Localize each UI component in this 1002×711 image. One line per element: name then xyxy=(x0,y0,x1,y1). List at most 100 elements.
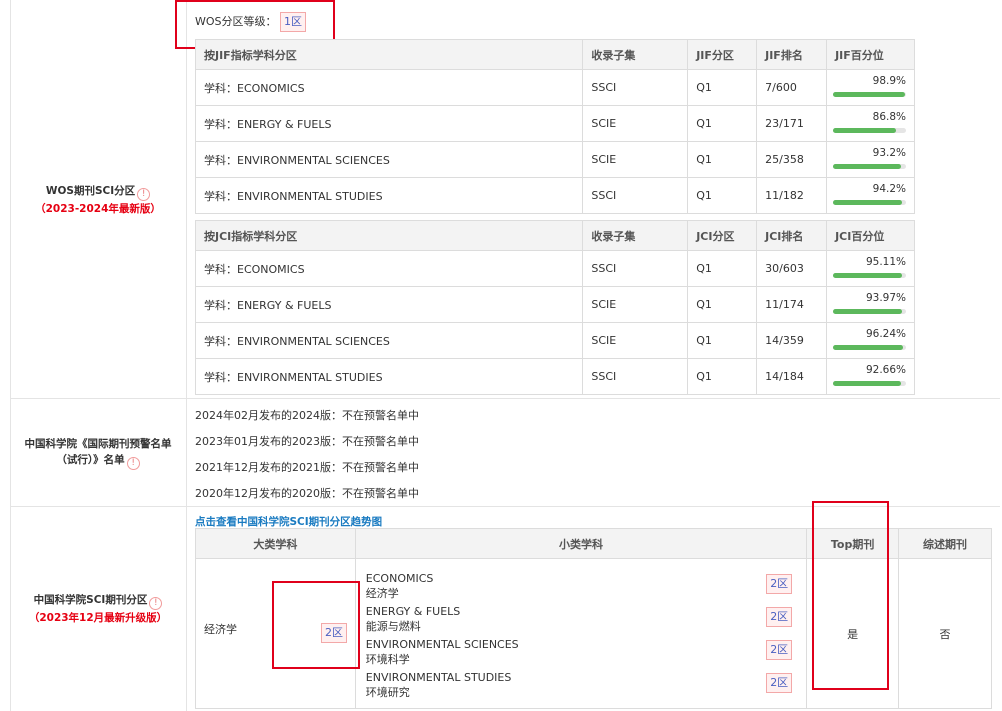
cas-label: 中国科学院SCI期刊分区! （2023年12月最新升级版） xyxy=(10,507,187,711)
jci-percentile: 93.97% xyxy=(826,286,915,323)
jci-header: 按JCI指标学科分区 xyxy=(194,220,584,251)
cas-minor-zh: 经济学 xyxy=(365,586,399,600)
progress-fill xyxy=(833,164,902,169)
jif-header: 收录子集 xyxy=(582,39,689,70)
cas-minor-zone: 2区 xyxy=(766,606,793,627)
jci-percentile: 92.66% xyxy=(826,358,915,395)
progress-bar xyxy=(833,200,906,205)
progress-bar xyxy=(833,92,906,97)
jci-percentile: 95.11% xyxy=(826,250,915,287)
jif-subject: 学科：ENERGY & FUELS xyxy=(194,105,584,142)
jci-header: JCI分区 xyxy=(687,220,758,251)
cas-major: 经济学 xyxy=(204,623,237,636)
warning-line: 2021年12月发布的2021版：不在预警名单中 xyxy=(195,461,419,474)
cas-minor-en: ENVIRONMENTAL SCIENCES xyxy=(365,637,519,651)
cas-review: 否 xyxy=(898,558,992,709)
cas-minor-item: ENVIRONMENTAL SCIENCES 环境科学 2区 xyxy=(356,634,806,667)
highlight-box xyxy=(812,501,889,690)
jif-rank: 25/358 xyxy=(756,141,828,178)
warning-line: 2024年02月发布的2024版：不在预警名单中 xyxy=(195,409,419,422)
cas-minor-en: ECONOMICS xyxy=(365,571,434,585)
jif-q: Q1 xyxy=(687,177,758,214)
jif-percentile: 93.2% xyxy=(826,141,915,178)
progress-fill xyxy=(833,200,902,205)
jif-header-row: 按JIF指标学科分区 收录子集 JIF分区 JIF排名 JIF百分位 xyxy=(194,39,915,70)
jci-set: SSCI xyxy=(582,358,689,395)
jif-set: SCIE xyxy=(582,105,689,142)
cas-trend-link[interactable]: 点击查看中国科学院SCI期刊分区趋势图 xyxy=(195,514,382,529)
jif-subject: 学科：ENVIRONMENTAL SCIENCES xyxy=(194,141,584,178)
jif-row: 学科：ECONOMICS SSCI Q1 7/600 98.9% xyxy=(194,69,915,106)
cas-minor-zh: 环境科学 xyxy=(365,652,410,666)
jif-rank: 23/171 xyxy=(756,105,828,142)
jci-set: SCIE xyxy=(582,286,689,323)
cas-label-text: 中国科学院SCI期刊分区 xyxy=(33,594,148,606)
jif-set: SSCI xyxy=(582,177,689,214)
cas-minor-item: ENERGY & FUELS 能源与燃料 2区 xyxy=(356,601,806,634)
jif-header: JIF排名 xyxy=(756,39,828,70)
jif-set: SSCI xyxy=(582,69,689,106)
info-icon[interactable]: ! xyxy=(126,457,140,470)
jci-percentile-value: 92.66% xyxy=(865,364,906,376)
cas-minor-zh: 能源与燃料 xyxy=(365,619,421,633)
jif-percentile-value: 94.2% xyxy=(872,183,906,195)
warning-label: 中国科学院《国际期刊预警名单（试行）》名单! xyxy=(10,399,187,507)
cas-minor-item: ECONOMICS 经济学 2区 xyxy=(356,568,806,601)
jif-table: 按JIF指标学科分区 收录子集 JIF分区 JIF排名 JIF百分位 学科：EC… xyxy=(194,39,915,214)
wos-label: WOS期刊SCI分区! （2023-2024年最新版） xyxy=(10,0,187,399)
jci-header: JCI排名 xyxy=(756,220,828,251)
jci-q: Q1 xyxy=(687,250,758,287)
jci-percentile: 96.24% xyxy=(826,322,915,359)
cas-minor-en: ENERGY & FUELS xyxy=(365,604,461,618)
jci-subject: 学科：ECONOMICS xyxy=(194,250,584,287)
jci-row: 学科：ENVIRONMENTAL STUDIES SSCI Q1 14/184 92.6… xyxy=(194,358,915,395)
cas-minor-item: ENVIRONMENTAL STUDIES 环境研究 2区 xyxy=(356,667,806,700)
jci-subject: 学科：ENVIRONMENTAL SCIENCES xyxy=(194,322,584,359)
wos-label-sub: （2023-2024年最新版） xyxy=(35,202,161,215)
info-icon[interactable]: ! xyxy=(137,187,151,201)
jif-q: Q1 xyxy=(687,105,758,142)
cas-minor-zone: 2区 xyxy=(766,639,793,660)
highlight-box xyxy=(272,581,360,669)
warning-label-text: 中国科学院《国际期刊预警名单（试行）》名单 xyxy=(24,438,172,466)
jif-header: 按JIF指标学科分区 xyxy=(194,39,584,70)
jif-percentile-value: 86.8% xyxy=(872,111,906,123)
jif-row: 学科：ENERGY & FUELS SCIE Q1 23/171 86.8% xyxy=(194,105,915,142)
jif-percentile: 86.8% xyxy=(826,105,915,142)
jif-q: Q1 xyxy=(687,69,758,106)
jci-percentile-value: 93.97% xyxy=(865,292,906,304)
jci-set: SCIE xyxy=(582,322,689,359)
cas-header: 小类学科 xyxy=(354,528,808,559)
info-icon[interactable]: ! xyxy=(149,597,163,610)
progress-bar xyxy=(833,381,906,386)
jif-rank: 7/600 xyxy=(756,69,828,106)
cas-minor-zone: 2区 xyxy=(766,672,793,693)
cas-minor-cell: ECONOMICS 经济学 2区 ENERGY & FUELS 能源与燃料 2区 ENV… xyxy=(354,558,808,709)
jci-subject: 学科：ENERGY & FUELS xyxy=(194,286,584,323)
jci-row: 学科：ENVIRONMENTAL SCIENCES SCIE Q1 14/359 96.… xyxy=(194,322,915,359)
cas-header: 综述期刊 xyxy=(898,528,992,559)
jci-percentile-value: 95.11% xyxy=(865,256,906,268)
jci-row: 学科：ECONOMICS SSCI Q1 30/603 95.11% xyxy=(194,250,915,287)
jif-row: 学科：ENVIRONMENTAL STUDIES SSCI Q1 11/182 94.2… xyxy=(194,177,915,214)
jif-percentile: 98.9% xyxy=(826,69,915,106)
jif-header: JIF百分位 xyxy=(826,39,915,70)
jci-q: Q1 xyxy=(687,358,758,395)
jif-subject: 学科：ENVIRONMENTAL STUDIES xyxy=(194,177,584,214)
progress-bar xyxy=(833,309,906,314)
jci-rank: 11/174 xyxy=(756,286,828,323)
jif-q: Q1 xyxy=(687,141,758,178)
jci-table: 按JCI指标学科分区 收录子集 JCI分区 JCI排名 JCI百分位 学科：EC… xyxy=(194,220,915,395)
jif-row: 学科：ENVIRONMENTAL SCIENCES SCIE Q1 25/358 93.… xyxy=(194,141,915,178)
progress-fill xyxy=(833,309,902,314)
wos-label-text: WOS期刊SCI分区 xyxy=(45,184,136,197)
jci-header: 收录子集 xyxy=(582,220,689,251)
cas-minor-zone: 2区 xyxy=(766,573,793,594)
progress-fill xyxy=(833,345,904,350)
jci-q: Q1 xyxy=(687,286,758,323)
jci-set: SSCI xyxy=(582,250,689,287)
jci-percentile-value: 96.24% xyxy=(865,328,906,340)
jci-row: 学科：ENERGY & FUELS SCIE Q1 11/174 93.97% xyxy=(194,286,915,323)
progress-fill xyxy=(833,273,903,278)
cas-label-sub: （2023年12月最新升级版） xyxy=(28,612,168,624)
